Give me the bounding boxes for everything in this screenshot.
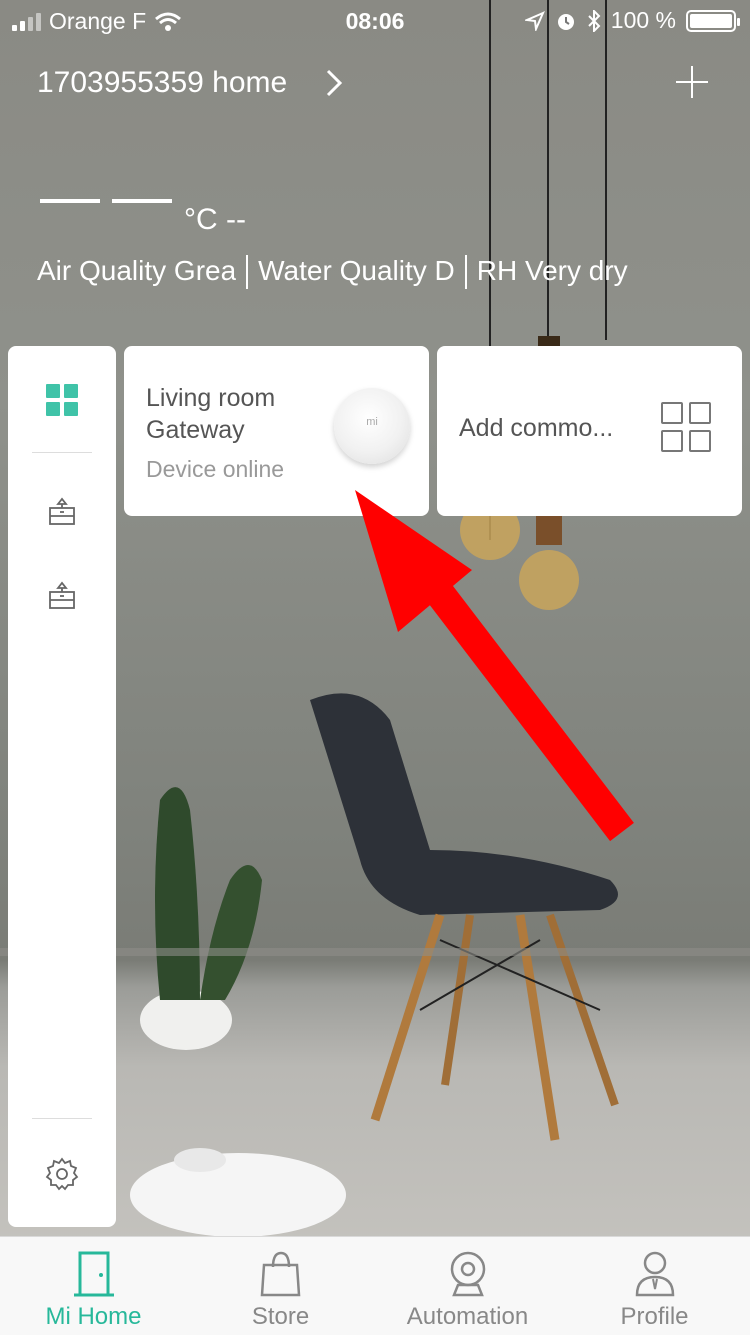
tab-store[interactable]: Store <box>187 1237 374 1335</box>
tab-profile[interactable]: Profile <box>561 1237 748 1335</box>
gateway-device-card[interactable]: Living room Gateway Device online mi <box>124 346 429 516</box>
divider <box>32 452 92 453</box>
temperature-display: °C -- <box>40 195 246 237</box>
temperature-unit: °C -- <box>184 203 246 236</box>
device-status: Device online <box>146 456 285 482</box>
device-room: Living room <box>146 384 276 412</box>
add-common-label: Add commo... <box>459 414 614 442</box>
tab-mi-home[interactable]: Mi Home <box>0 1237 187 1335</box>
person-icon <box>635 1251 675 1297</box>
tab-label: Store <box>251 1303 310 1330</box>
tab-automation[interactable]: Automation <box>374 1237 561 1335</box>
environment-info[interactable]: Air Quality Grea Water Quality D RH Very… <box>37 255 717 289</box>
temperature-placeholder-dash <box>40 199 100 203</box>
divider <box>246 255 249 289</box>
chevron-right-icon <box>327 69 343 97</box>
add-common-device-card[interactable]: Add commo... <box>437 346 742 516</box>
tab-label: Profile <box>620 1303 689 1330</box>
battery-percentage: 100 % <box>610 7 676 33</box>
status-bar: Orange F 08:06 100 % <box>0 0 750 40</box>
room-sidebar <box>8 346 116 1227</box>
tab-label: Automation <box>406 1303 529 1330</box>
add-device-button[interactable] <box>674 64 710 100</box>
device-type: Gateway <box>146 416 245 444</box>
divider <box>32 1118 92 1119</box>
home-selector[interactable]: 1703955359 home <box>37 66 343 100</box>
door-icon <box>74 1251 114 1297</box>
room-furniture-icon[interactable] <box>46 580 78 612</box>
bluetooth-icon <box>588 9 601 32</box>
bottom-tab-bar: Mi Home Store Automation Profile <box>0 1236 750 1335</box>
battery-icon <box>686 9 740 32</box>
water-quality-text: Water Quality D <box>258 255 455 286</box>
air-quality-text: Air Quality Grea <box>37 255 237 286</box>
device-name: Living room Gateway <box>146 382 275 446</box>
humidity-text: RH Very dry <box>476 255 628 286</box>
camera-icon <box>450 1251 486 1297</box>
all-devices-grid-icon[interactable] <box>46 384 78 416</box>
grid-icon <box>661 402 711 452</box>
room-furniture-icon[interactable] <box>46 496 78 528</box>
tab-label: Mi Home <box>45 1303 142 1330</box>
settings-gear-icon[interactable] <box>44 1156 80 1192</box>
battery-level-fill <box>690 13 732 28</box>
location-icon <box>524 10 545 31</box>
alarm-icon <box>557 13 574 30</box>
mi-logo: mi <box>366 416 378 428</box>
temperature-placeholder-dash <box>112 199 172 203</box>
shopping-bag-icon <box>260 1251 301 1297</box>
gateway-device-image: mi <box>334 388 410 464</box>
divider <box>464 255 467 289</box>
home-name: 1703955359 home <box>37 66 288 99</box>
